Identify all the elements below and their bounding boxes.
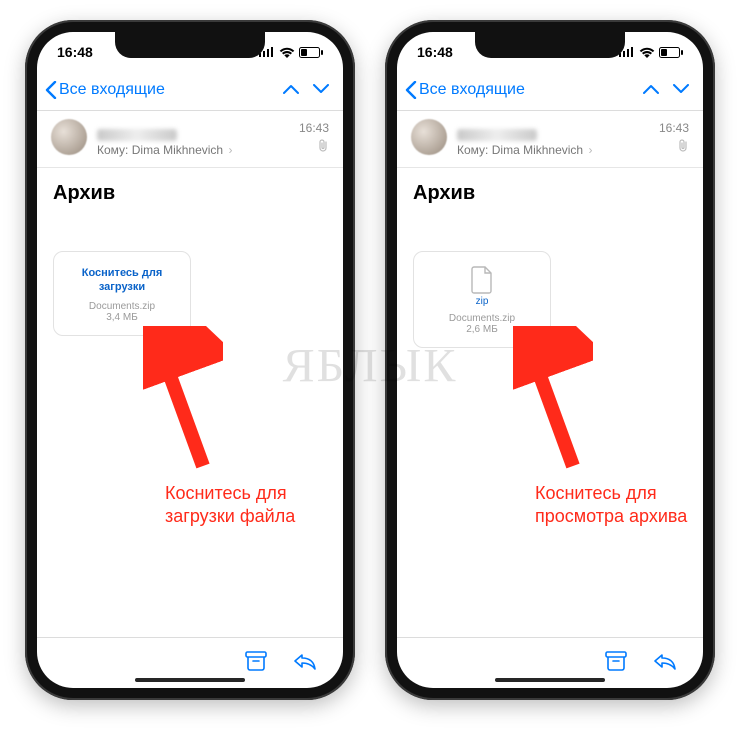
message-subject: Архив <box>397 168 703 211</box>
to-prefix: Кому: <box>457 143 488 157</box>
chevron-right-icon: › <box>228 143 232 157</box>
home-indicator[interactable] <box>495 678 605 682</box>
status-time: 16:48 <box>417 44 453 60</box>
status-time: 16:48 <box>57 44 93 60</box>
message-subject: Архив <box>37 168 343 211</box>
attachment-tile[interactable]: Коснитесь для загрузки Documents.zip 3,4… <box>53 251 191 336</box>
status-indicators <box>619 47 683 58</box>
back-label: Все входящие <box>419 81 525 99</box>
notch <box>475 32 625 58</box>
attachment-filename: Documents.zip <box>422 313 542 324</box>
attachment-indicator-icon <box>318 139 329 155</box>
battery-icon <box>659 47 683 58</box>
attachment-size: 2,6 МБ <box>422 324 542 335</box>
reply-button[interactable] <box>293 652 317 675</box>
chevron-left-icon <box>45 81 57 99</box>
to-name: Dima Mikhnevich <box>132 143 223 157</box>
phone-right: 16:48 Все входящие <box>385 20 715 700</box>
archive-button[interactable] <box>245 651 267 676</box>
attachment-ext: zip <box>422 296 542 307</box>
message-header[interactable]: Кому: Dima Mikhnevich › 16:43 <box>37 111 343 168</box>
wifi-icon <box>279 47 295 58</box>
message-header[interactable]: Кому: Dima Mikhnevich › 16:43 <box>397 111 703 168</box>
annotation-caption: Коснитесь для загрузки файла <box>165 482 295 529</box>
next-message-button[interactable] <box>313 81 329 99</box>
to-prefix: Кому: <box>97 143 128 157</box>
notch <box>115 32 265 58</box>
avatar <box>51 119 87 155</box>
home-indicator[interactable] <box>135 678 245 682</box>
battery-icon <box>299 47 323 58</box>
back-button[interactable]: Все входящие <box>45 81 165 99</box>
back-button[interactable]: Все входящие <box>405 81 525 99</box>
chevron-right-icon: › <box>588 143 592 157</box>
prev-message-button[interactable] <box>283 81 299 99</box>
sender-name-redacted <box>457 129 537 141</box>
archive-button[interactable] <box>605 651 627 676</box>
attachment-cta: Коснитесь для загрузки <box>62 266 182 295</box>
sender-name-redacted <box>97 129 177 141</box>
annotation-caption: Коснитесь для просмотра архива <box>535 482 687 529</box>
attachment-size: 3,4 МБ <box>62 312 182 323</box>
file-icon <box>422 266 542 298</box>
reply-button[interactable] <box>653 652 677 675</box>
chevron-left-icon <box>405 81 417 99</box>
message-time: 16:43 <box>659 121 689 135</box>
wifi-icon <box>639 47 655 58</box>
nav-bar: Все входящие <box>37 70 343 111</box>
attachment-indicator-icon <box>678 139 689 155</box>
prev-message-button[interactable] <box>643 81 659 99</box>
phone-left: 16:48 Все входящие <box>25 20 355 700</box>
attachment-filename: Documents.zip <box>62 301 182 312</box>
to-name: Dima Mikhnevich <box>492 143 583 157</box>
next-message-button[interactable] <box>673 81 689 99</box>
message-time: 16:43 <box>299 121 329 135</box>
avatar <box>411 119 447 155</box>
attachment-tile[interactable]: zip Documents.zip 2,6 МБ <box>413 251 551 348</box>
nav-bar: Все входящие <box>397 70 703 111</box>
status-indicators <box>259 47 323 58</box>
back-label: Все входящие <box>59 81 165 99</box>
